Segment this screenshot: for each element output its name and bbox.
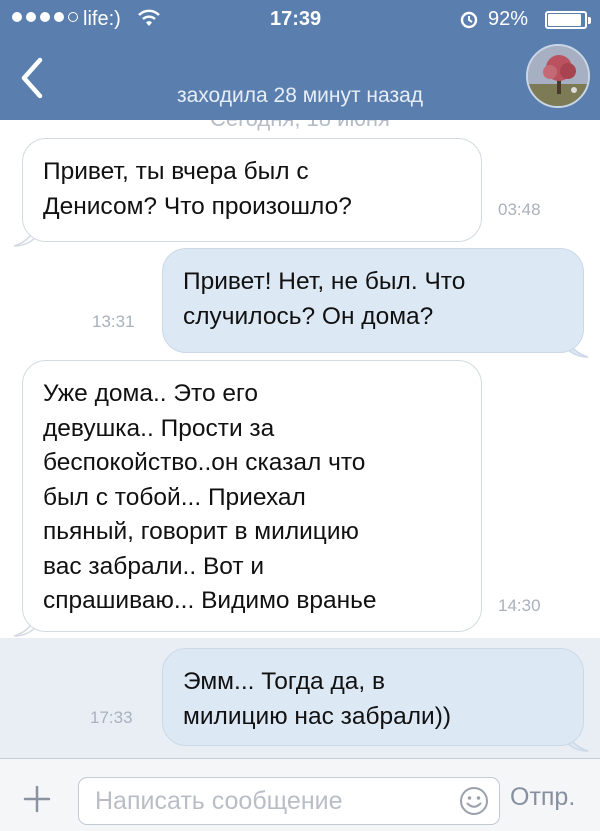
message-bubble-incoming[interactable]: Привет, ты вчера был с Денисом? Что прои… [22, 138, 482, 242]
alarm-icon [458, 8, 480, 36]
attach-button[interactable] [22, 784, 52, 814]
message-list[interactable]: Сегодня, 18 июня Привет, ты вчера был с … [0, 120, 600, 758]
avatar-image [528, 46, 588, 106]
message-composer: Отпр. [0, 758, 600, 831]
nav-header: life:) 17:39 92% заходила 28 минут назад [0, 0, 600, 120]
wifi-icon [137, 8, 161, 34]
battery-icon [545, 11, 591, 29]
carrier-name: life:) [83, 8, 121, 30]
smiley-icon [460, 787, 488, 815]
message-time: 17:33 [90, 708, 133, 727]
status-time: 17:39 [270, 8, 322, 30]
message-bubble-outgoing[interactable]: Привет! Нет, не был. Что случилось? Он д… [162, 248, 584, 353]
message-time: 13:31 [92, 312, 135, 331]
plus-icon [23, 785, 51, 813]
avatar[interactable] [526, 44, 590, 108]
battery-percent: 92% [488, 8, 529, 30]
message-input[interactable] [78, 777, 500, 825]
message-time: 03:48 [498, 200, 541, 219]
send-button[interactable]: Отпр. [510, 783, 575, 812]
presence-status: заходила 28 минут назад [176, 84, 424, 107]
message-bubble-outgoing[interactable]: Эмм... Тогда да, в милицию нас забрали)) [162, 648, 584, 746]
message-time: 14:30 [498, 596, 541, 615]
signal-strength-icon [12, 12, 78, 22]
date-separator: Сегодня, 18 июня [140, 120, 460, 132]
back-button[interactable] [10, 50, 52, 106]
chevron-left-icon [21, 57, 43, 99]
emoji-button[interactable] [458, 785, 490, 817]
status-bar: life:) 17:39 92% [0, 0, 600, 42]
message-bubble-incoming[interactable]: Уже дома.. Это его девушка.. Прости за б… [22, 360, 482, 632]
